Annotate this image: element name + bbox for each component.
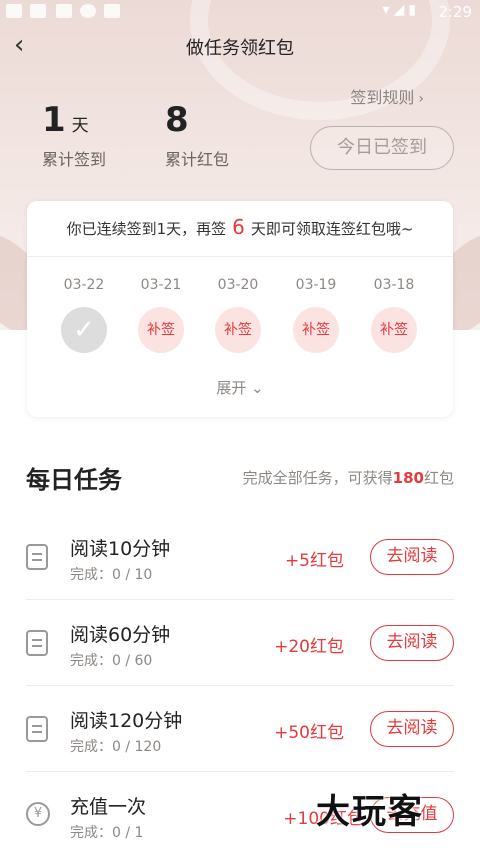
- checkin-day: 03-18 补签: [366, 277, 422, 353]
- expand-toggle[interactable]: 展开 ⌄: [27, 377, 453, 398]
- checkin-days-caption: 累计签到: [42, 150, 107, 169]
- task-name: 阅读60分钟: [70, 624, 171, 646]
- watermark-logo: 大玩客: [316, 792, 424, 832]
- nav-bar: ‹ 做任务领红包: [0, 24, 480, 68]
- go-read-button[interactable]: 去阅读: [370, 711, 454, 747]
- go-read-button[interactable]: 去阅读: [370, 539, 454, 575]
- notification-icon: [30, 4, 46, 18]
- notification-icon: [104, 4, 120, 18]
- go-read-button[interactable]: 去阅读: [370, 625, 454, 661]
- chevron-down-icon: ⌄: [251, 379, 264, 397]
- page-title: 做任务领红包: [186, 38, 294, 59]
- checkin-date: 03-22: [63, 277, 105, 293]
- checkin-day: 03-19 补签: [288, 277, 344, 353]
- checkin-date: 03-21: [140, 277, 182, 293]
- checkin-date: 03-18: [373, 277, 415, 293]
- yuan-coin-icon: ¥: [26, 802, 50, 826]
- book-icon: [26, 716, 48, 742]
- checkin-day: 03-21 补签: [133, 277, 189, 353]
- task-name: 充值一次: [70, 796, 147, 818]
- expand-label: 展开: [216, 379, 247, 397]
- signal-wifi-battery-icon: ▾◢▮: [382, 2, 420, 18]
- daily-tasks-title: 每日任务: [26, 466, 122, 494]
- task-row: 阅读120分钟 完成：0 / 120 +50红包 去阅读: [0, 686, 480, 772]
- book-icon: [26, 630, 48, 656]
- task-reward: +20红包: [274, 637, 344, 657]
- checkin-day: 03-20 补签: [210, 277, 266, 353]
- red-packets-caption: 累计红包: [165, 150, 230, 169]
- checked-in-today-button[interactable]: 今日已签到: [310, 126, 454, 170]
- task-row: 阅读10分钟 完成：0 / 10 +5红包 去阅读: [0, 514, 480, 600]
- stat-checkin-days: 1天 累计签到: [42, 100, 106, 170]
- task-progress: 完成：0 / 1: [70, 825, 144, 841]
- book-icon: [26, 544, 48, 570]
- notification-icon: [6, 4, 22, 18]
- chevron-right-icon: ›: [418, 91, 424, 107]
- daily-tasks-total-amount: 180: [392, 469, 424, 487]
- notification-icon: [80, 4, 96, 18]
- task-reward: +5红包: [284, 551, 344, 571]
- checkmark-icon: ✓: [61, 307, 107, 353]
- checkin-rules-link[interactable]: 签到规则 ›: [350, 84, 424, 108]
- streak-remaining-days: 6: [232, 215, 245, 239]
- task-progress: 完成：0 / 120: [70, 739, 162, 755]
- daily-tasks-subtitle-prefix: 完成全部任务，可获得: [242, 469, 393, 487]
- stat-red-packets: 8 累计红包: [165, 100, 229, 170]
- task-progress: 完成：0 / 10: [70, 567, 153, 583]
- daily-tasks-subtitle: 完成全部任务，可获得180红包: [243, 467, 454, 488]
- streak-message-prefix: 你已连续签到1天，再签: [66, 220, 227, 238]
- checkin-days-value: 1: [42, 100, 66, 140]
- task-name: 阅读120分钟: [70, 710, 183, 732]
- task-name: 阅读10分钟: [70, 538, 171, 560]
- task-row: 阅读60分钟 完成：0 / 60 +20红包 去阅读: [0, 600, 480, 686]
- checkin-date: 03-20: [217, 277, 259, 293]
- streak-message-suffix: 天即可领取连签红包哦~: [250, 220, 414, 238]
- checkin-card: 你已连续签到1天，再签 6 天即可领取连签红包哦~ 03-22 ✓ 03-21 补签…: [27, 201, 453, 417]
- task-progress: 完成：0 / 60: [70, 653, 153, 669]
- makeup-checkin-button[interactable]: 补签: [293, 307, 339, 353]
- makeup-checkin-button[interactable]: 补签: [371, 307, 417, 353]
- daily-tasks-subtitle-suffix: 红包: [423, 469, 454, 487]
- checkin-days-unit: 天: [71, 116, 89, 136]
- status-time: 2:29: [438, 3, 472, 21]
- streak-message: 你已连续签到1天，再签 6 天即可领取连签红包哦~: [27, 215, 453, 239]
- divider: [27, 256, 453, 257]
- makeup-checkin-button[interactable]: 补签: [215, 307, 261, 353]
- notification-icon: [56, 4, 72, 18]
- makeup-checkin-button[interactable]: 补签: [138, 307, 184, 353]
- checkin-day: 03-22 ✓: [56, 277, 112, 353]
- rules-label: 签到规则: [350, 88, 415, 107]
- status-bar: ▾◢▮ 2:29: [0, 0, 480, 24]
- red-packets-value: 8: [165, 100, 189, 140]
- task-reward: +50红包: [274, 723, 344, 743]
- checkin-date: 03-19: [295, 277, 337, 293]
